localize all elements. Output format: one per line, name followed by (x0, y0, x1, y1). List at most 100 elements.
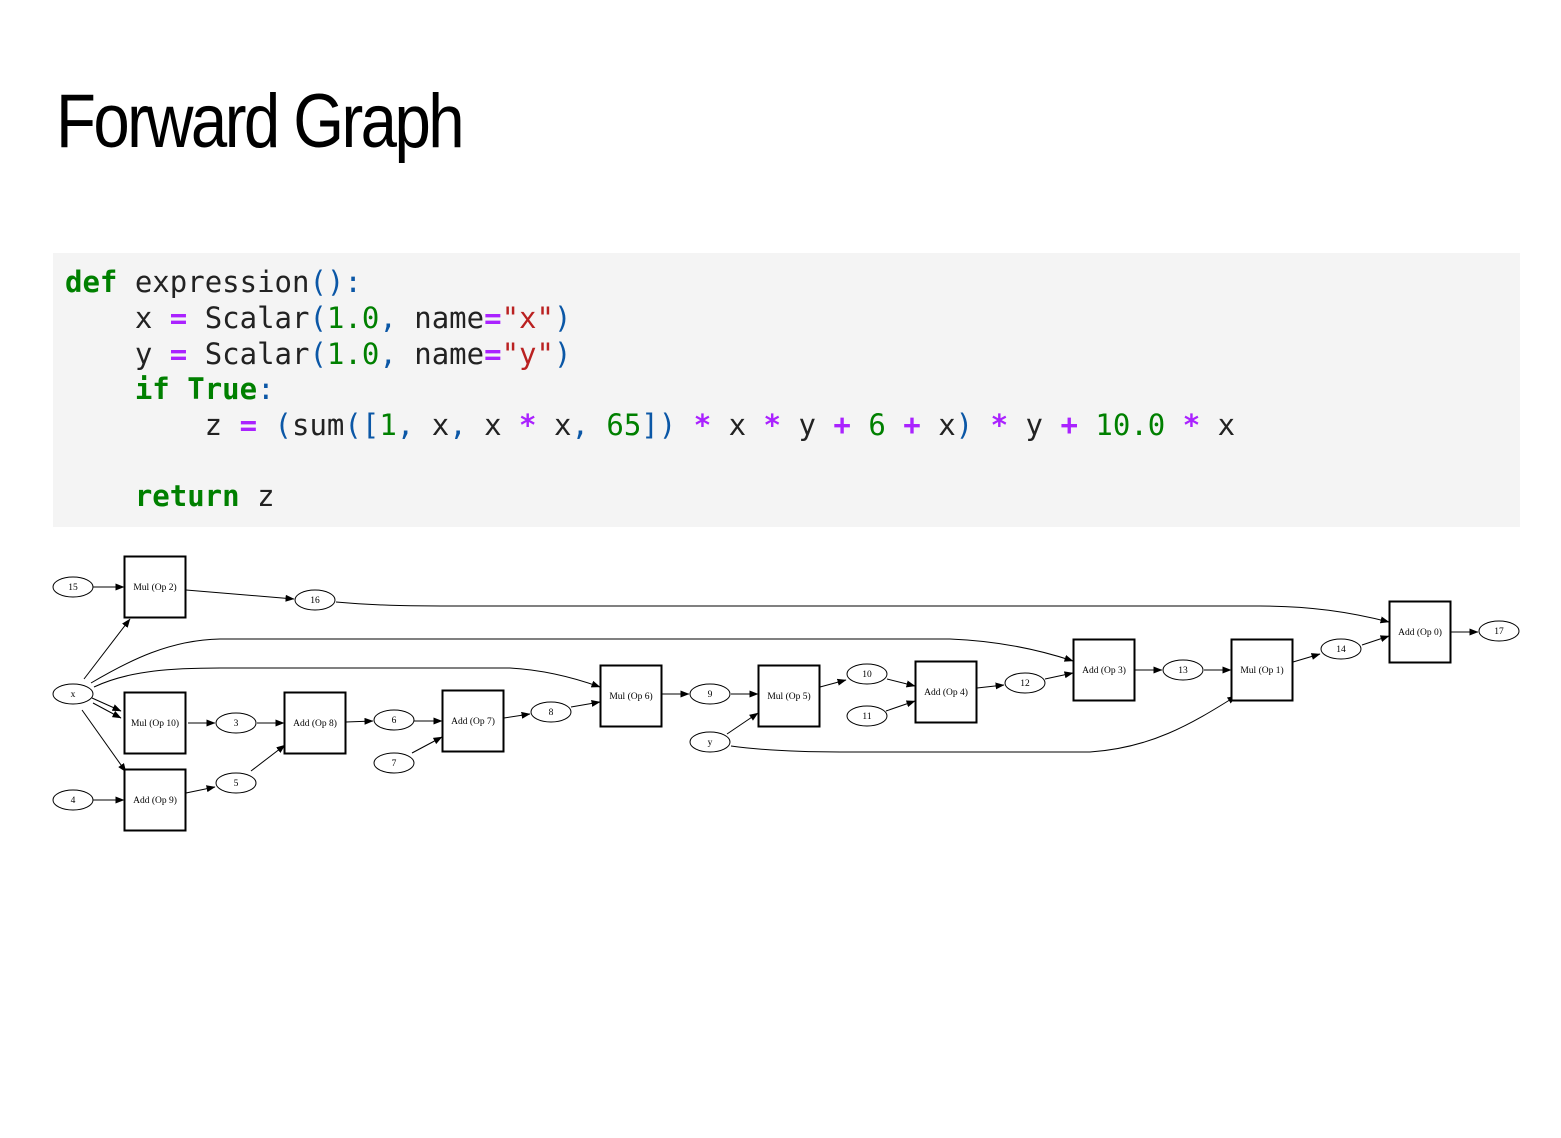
code-token: , (379, 300, 397, 335)
code-token: return (134, 478, 240, 513)
value-node-label: 3 (234, 719, 239, 729)
computation-graph: 15 16 17 x 3 4 5 6 7 8 9 y 10 11 12 13 14 Mul (Op 2) Mul (… (52, 555, 1520, 832)
op-node: Mul (Op 1) (1230, 638, 1294, 702)
code-token: ) (553, 336, 572, 371)
code-token: * (519, 408, 537, 443)
code-token: : (257, 372, 275, 407)
value-node-label: 17 (1494, 627, 1504, 637)
op-node-label: Add (Op 0) (1398, 627, 1442, 638)
code-token: sum (292, 408, 345, 443)
code-token: = (484, 300, 502, 335)
graph-edge (250, 744, 286, 772)
op-node-label: Add (Op 7) (451, 716, 495, 727)
code-token: if (134, 372, 170, 407)
code-token: "y" (501, 336, 554, 371)
value-node: 13 (1162, 659, 1204, 681)
code-token: (): (309, 265, 362, 299)
code-token: Scalar (187, 336, 310, 371)
op-node-label: Mul (Op 6) (609, 691, 652, 702)
value-node: 10 (846, 663, 888, 685)
value-node-label: 16 (310, 596, 320, 606)
code-token: = (169, 336, 188, 371)
code-line: return z (65, 479, 1520, 515)
graph-edge (1292, 653, 1321, 663)
value-node: 12 (1004, 672, 1046, 694)
code-text: def expression(): x = Scalar(1.0, name="… (53, 253, 1520, 515)
code-token: ) (955, 408, 974, 443)
value-node-label: 9 (708, 690, 713, 700)
code-token: 65 (606, 408, 642, 443)
code-token: x (920, 408, 956, 443)
value-node: y (689, 731, 731, 753)
value-node-label: 8 (549, 708, 554, 718)
value-node: 9 (689, 683, 731, 705)
code-token: 1 (379, 408, 397, 443)
code-token: 1.0 (326, 336, 380, 371)
op-node: Add (Op 0) (1388, 600, 1452, 664)
code-token: def (65, 265, 118, 299)
code-line: z = (sum([1, x, x * x, 65]) * x * y + 6 … (65, 408, 1520, 444)
graph-edge (570, 699, 601, 708)
code-token: 1.0 (326, 300, 380, 335)
value-node: 17 (1478, 620, 1520, 642)
value-node: 3 (215, 712, 257, 734)
code-token: x (711, 408, 764, 443)
code-token: * (990, 408, 1009, 443)
code-token: Scalar (187, 300, 310, 335)
code-token: , (396, 408, 415, 443)
op-node-label: Mul (Op 2) (133, 582, 176, 593)
code-token: ([ (344, 408, 380, 443)
graph-edge (976, 682, 1005, 690)
code-token: name (396, 300, 485, 335)
value-node-label: 6 (392, 716, 397, 726)
code-token: "x" (501, 300, 554, 335)
code-token: ( (274, 408, 293, 443)
code-token: 10.0 (1095, 408, 1166, 443)
code-token: = (169, 300, 188, 335)
code-token: 6 (868, 408, 886, 443)
graph-edge (411, 736, 443, 754)
code-token: z (65, 408, 240, 443)
op-node: Mul (Op 2) (123, 555, 187, 619)
code-token: * (1182, 408, 1201, 443)
value-node: 14 (1320, 638, 1362, 660)
code-token: name (396, 336, 485, 371)
code-token: ) (553, 300, 572, 335)
code-line: if True: (65, 372, 1520, 408)
op-node: Mul (Op 10) (123, 691, 187, 755)
op-node: Add (Op 8) (283, 691, 347, 755)
value-node: x (52, 683, 94, 705)
op-node: Mul (Op 6) (599, 664, 663, 728)
code-token: x (466, 408, 520, 443)
value-node: 4 (52, 789, 94, 811)
value-node: 7 (373, 752, 415, 774)
op-node: Add (Op 3) (1072, 638, 1136, 702)
code-token: expression (117, 265, 310, 299)
code-token: + (1060, 408, 1078, 443)
graph-edge (885, 700, 916, 712)
code-block: def expression(): x = Scalar(1.0, name="… (53, 253, 1520, 527)
graph-edge (185, 589, 295, 602)
code-token: , (571, 408, 589, 443)
graph-edge (503, 711, 531, 719)
code-token: x (414, 408, 450, 443)
value-node-label: 13 (1178, 666, 1188, 676)
code-token: y (781, 408, 834, 443)
code-token: y (65, 336, 170, 371)
graph-edge (1361, 635, 1390, 646)
value-node-label: 7 (392, 759, 397, 769)
op-node: Mul (Op 5) (757, 664, 821, 728)
graph-edge (81, 709, 127, 773)
code-line: def expression(): (65, 265, 1520, 301)
graph-edge (335, 601, 1390, 624)
value-node-label: 10 (862, 670, 872, 680)
value-node: 16 (294, 589, 336, 611)
